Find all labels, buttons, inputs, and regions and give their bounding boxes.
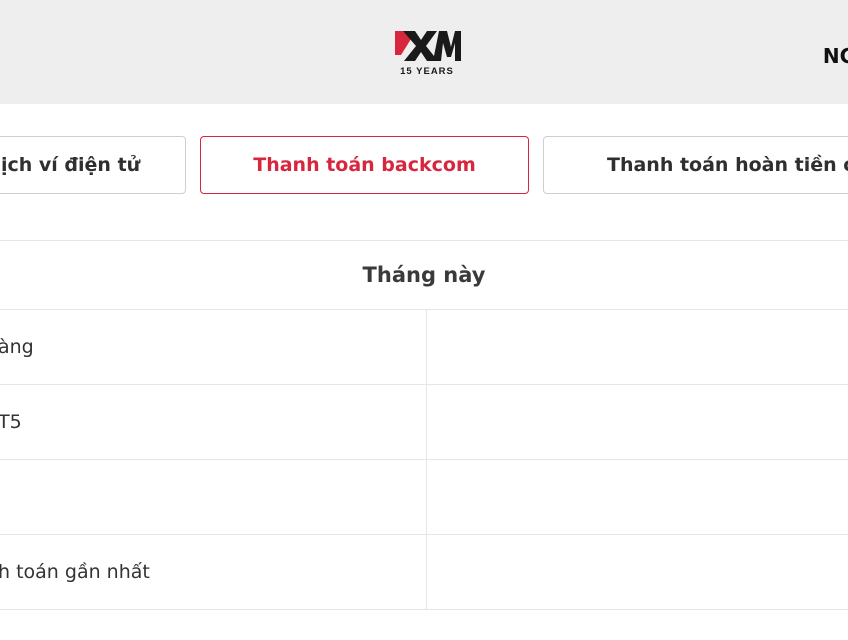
table-row: T5 [0, 385, 848, 460]
table-header: Tháng này [0, 240, 848, 310]
site-header: 15 YEARS NG [0, 0, 848, 104]
stats-table: Tháng này àng T5 h toán gần nhất [0, 240, 848, 610]
tab-label: Thanh toán backcom [253, 154, 476, 176]
table-row [0, 460, 848, 535]
row-label: h toán gần nhất [0, 535, 427, 609]
row-value [427, 385, 848, 459]
row-label: àng [0, 310, 427, 384]
row-value [427, 535, 848, 609]
header-right-menu[interactable]: NG [823, 44, 848, 68]
row-value [427, 310, 848, 384]
page: 15 YEARS NG ịch ví điện tử Thanh toán ba… [0, 0, 848, 640]
tab-label: Thanh toán hoàn tiền chi [607, 154, 848, 176]
row-label [0, 460, 427, 534]
row-label: T5 [0, 385, 427, 459]
tab-label: ịch ví điện tử [1, 154, 141, 176]
table-row: h toán gần nhất [0, 535, 848, 610]
tab-backcom-payment[interactable]: Thanh toán backcom [200, 136, 529, 194]
logo-subtitle: 15 YEARS [400, 66, 454, 77]
row-value [427, 460, 848, 534]
tabs-bar: ịch ví điện tử Thanh toán backcom Thanh … [0, 136, 848, 196]
tab-rebate-payment[interactable]: Thanh toán hoàn tiền chi [543, 136, 848, 194]
table-row: àng [0, 310, 848, 385]
xm-logo[interactable]: 15 YEARS [393, 29, 461, 77]
tab-e-wallet-history[interactable]: ịch ví điện tử [0, 136, 186, 194]
